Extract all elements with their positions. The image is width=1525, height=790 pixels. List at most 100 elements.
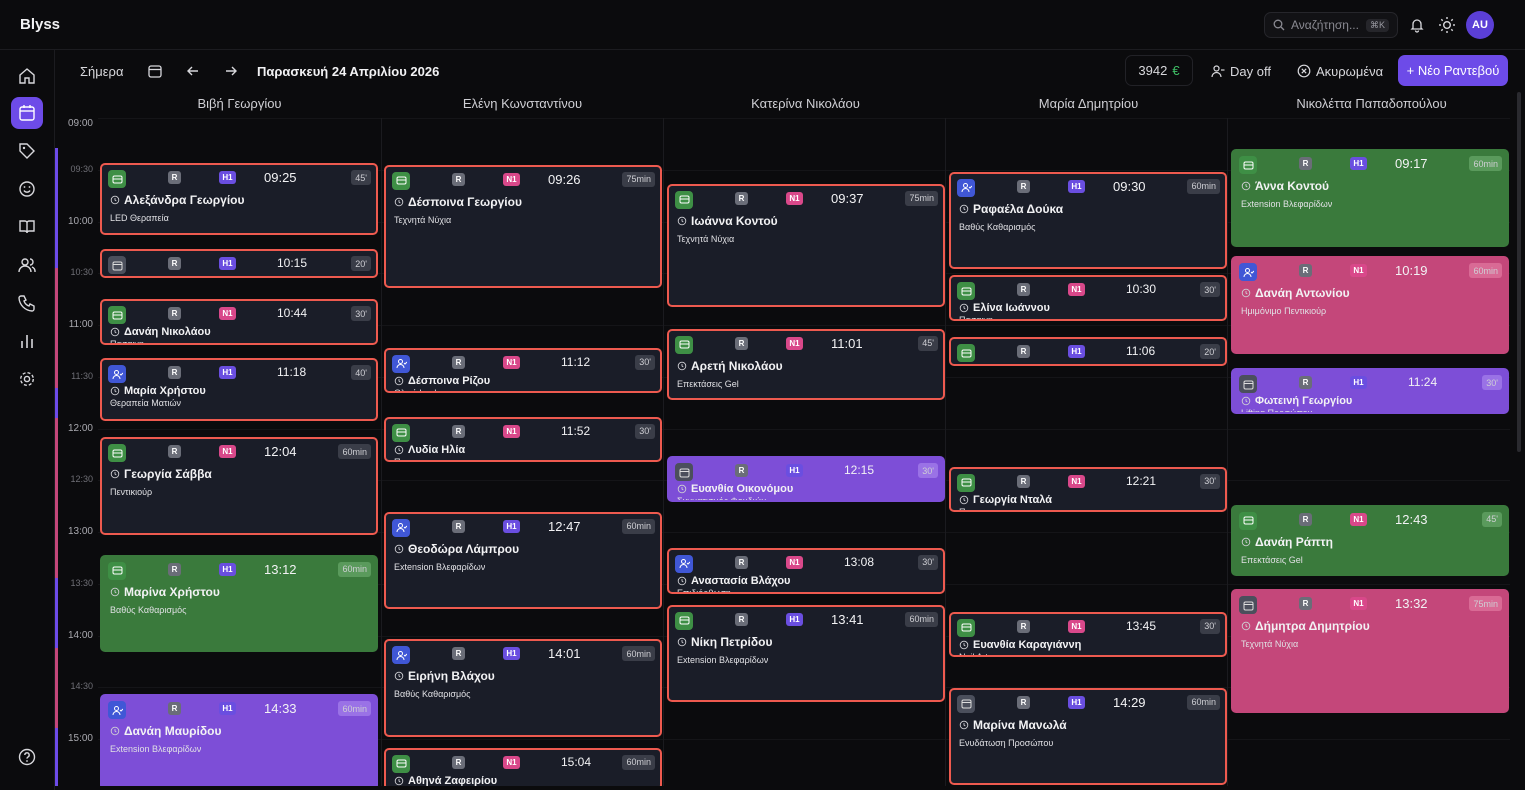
- appointment-time: 10:44: [277, 306, 308, 321]
- client-name: Ελίνα Ιωάννου: [959, 302, 1050, 314]
- appointment-time: 15:04: [561, 754, 592, 769]
- nav-calendar[interactable]: [11, 97, 43, 129]
- level-badge: N1: [1350, 512, 1367, 526]
- history-icon: [1241, 397, 1251, 406]
- card-icon: [1239, 156, 1257, 175]
- theme-toggle-icon[interactable]: [1437, 15, 1457, 35]
- level-badge: N1: [503, 755, 520, 769]
- day-off-button[interactable]: Day off: [1211, 60, 1271, 82]
- nav-home[interactable]: [11, 60, 43, 92]
- appointment-card[interactable]: R H1 11:06 20': [949, 337, 1227, 366]
- appointment-card[interactable]: R H1 11:24 30' Φωτεινή Γεωργίου Lifting Προσώ…: [1231, 368, 1509, 415]
- service-name: Βαθύς Καθαρισμός: [959, 221, 1036, 232]
- appointment-card[interactable]: R N1 13:08 30' Αναστασία Βλάχου Επιδιόρθωση: [667, 547, 945, 594]
- nav-tags[interactable]: [11, 135, 43, 167]
- appointment-card[interactable]: R N1 13:45 30' Ευανθία Καραγιάννη Nail Art: [949, 611, 1227, 658]
- client-name-text: Ελίνα Ιωάννου: [973, 302, 1050, 315]
- nav-help[interactable]: [11, 741, 43, 773]
- appointment-card[interactable]: R N1 12:04 60min Γεωργία Σάββα Πεντικιούρ: [100, 437, 378, 535]
- appointment-card[interactable]: R N1 12:43 45' Δανάη Ράπτη Επεκτάσεις Gel: [1231, 504, 1509, 577]
- duration-badge: 60min: [622, 518, 655, 534]
- appointment-card[interactable]: R H1 09:25 45' Αλεξάνδρα Γεωργίου LED Θεραπεί…: [100, 163, 378, 235]
- client-name: Γεωργία Νταλά: [959, 494, 1052, 506]
- history-icon: [110, 328, 120, 337]
- appointment-card[interactable]: R H1 13:12 60min Μαρίνα Χρήστου Βαθύς Καθαρισ…: [100, 554, 378, 653]
- bell-icon[interactable]: [1407, 15, 1427, 35]
- nav-staff[interactable]: [11, 249, 43, 281]
- appointment-card[interactable]: R N1 11:01 45' Αρετή Νικολάου Επεκτάσεις Gel: [667, 328, 945, 401]
- appointment-card[interactable]: R H1 13:41 60min Νίκη Πετρίδου Extension Βλεφ…: [667, 604, 945, 703]
- appointment-card[interactable]: R N1 11:52 30' Λυδία Ηλία Πασαινη: [384, 416, 662, 463]
- history-icon: [110, 386, 120, 396]
- users-icon: [18, 258, 36, 273]
- level-badge: H1: [1350, 157, 1367, 171]
- user-avatar[interactable]: AU: [1466, 11, 1494, 39]
- card-icon: [108, 306, 126, 325]
- appointment-card[interactable]: R N1 10:19 60min Δανάη Αντωνίου Ημιμόνιμο Πεν…: [1231, 256, 1509, 354]
- service-name: Ημιμόνιμο Πεντικιούρ: [1241, 306, 1327, 317]
- level-badge: N1: [1068, 283, 1085, 297]
- repeat-tag: R: [1299, 376, 1312, 390]
- appointment-time: 14:29: [1113, 694, 1146, 710]
- sidebar: [0, 50, 55, 790]
- duration-badge: 75min: [622, 171, 655, 187]
- duration-badge: 75min: [905, 190, 938, 206]
- appointment-card[interactable]: R H1 12:47 60min Θεοδώρα Λάμπρου Extension Βλ…: [384, 511, 662, 610]
- appointment-card[interactable]: R H1 10:15 20': [100, 249, 378, 278]
- duration-badge: 60min: [1187, 178, 1220, 194]
- today-button[interactable]: Σήμερα: [80, 60, 123, 82]
- client-name: Δανάη Αντωνίου: [1241, 286, 1350, 300]
- repeat-tag: R: [735, 336, 748, 350]
- level-badge: N1: [786, 191, 803, 205]
- nav-catalog[interactable]: [11, 211, 43, 243]
- prev-day-arrow-icon[interactable]: [186, 60, 200, 82]
- appointment-card[interactable]: R H1 14:29 60min Μαρίνα Μανωλά Ενυδάτωση Προσ…: [949, 687, 1227, 786]
- appointment-card[interactable]: R H1 09:17 60min Άννα Κοντού Extension Βλεφαρ…: [1231, 149, 1509, 247]
- new-appointment-button[interactable]: + Νέο Ραντεβού: [1398, 55, 1508, 86]
- column-divider: [663, 118, 664, 786]
- nav-reports[interactable]: [11, 325, 43, 357]
- appointment-card[interactable]: R N1 10:30 30' Ελίνα Ιωάννου Πασαινη: [949, 275, 1227, 321]
- client-name: Αναστασία Βλάχου: [677, 575, 790, 587]
- level-badge: H1: [503, 519, 520, 533]
- appointment-card[interactable]: R H1 12:15 30' Ευανθία Οικονόμου Συνματισμός …: [667, 456, 945, 503]
- level-badge: H1: [1068, 179, 1085, 193]
- appointment-card[interactable]: R N1 12:21 30' Γεωργία Νταλά Πασαινη: [949, 466, 1227, 513]
- search-input[interactable]: Αναζήτηση... ⌘K: [1264, 12, 1398, 38]
- appointment-card[interactable]: R H1 14:33 60min Δανάη Μαυρίδου Extension Βλε…: [100, 694, 378, 786]
- client-name: Λυδία Ηλία: [394, 444, 465, 456]
- appointment-card[interactable]: R H1 11:18 40' Μαρία Χρήστου Θεραπεία Ματιών: [100, 358, 378, 422]
- appointment-card[interactable]: R N1 09:37 75min Ιωάννα Κοντού Τεχνητά Νύχια: [667, 183, 945, 308]
- nav-calls[interactable]: [11, 287, 43, 319]
- repeat-tag: R: [452, 755, 465, 769]
- appointment-card[interactable]: R N1 10:44 30' Δανάη Νικολάου Πασαινη: [100, 299, 378, 346]
- client-name-text: Αθηνά Ζαφειρίου: [408, 774, 498, 786]
- time-label: 10:00: [67, 215, 93, 227]
- appointment-card[interactable]: R N1 11:12 30' Δέσποινα Ρίζου Ολικό Look: [384, 347, 662, 394]
- appointment-card[interactable]: R N1 09:26 75min Δέσποινα Γεωργίου Τεχνητά Νύ…: [384, 164, 662, 289]
- nav-settings[interactable]: [11, 363, 43, 395]
- cancelled-button[interactable]: Ακυρωμένα: [1297, 60, 1383, 82]
- appointment-time: 09:17: [1395, 156, 1428, 172]
- history-icon: [110, 727, 120, 736]
- duration-badge: 75min: [1469, 596, 1502, 612]
- appointment-card[interactable]: R H1 09:30 60min Ραφαέλα Δούκα Βαθύς Καθαρισμ…: [949, 171, 1227, 270]
- level-badge: H1: [219, 702, 236, 716]
- appointment-card[interactable]: R H1 14:01 60min Ειρήνη Βλάχου Βαθύς Καθαρισμ…: [384, 639, 662, 737]
- date-picker-icon[interactable]: [148, 60, 162, 82]
- time-label: 11:00: [68, 319, 93, 330]
- next-day-arrow-icon[interactable]: [224, 60, 238, 82]
- appointment-card[interactable]: R N1 15:04 60min Αθηνά Ζαφειρίου: [384, 747, 662, 786]
- repeat-tag: R: [168, 257, 181, 271]
- duration-badge: 30': [1200, 282, 1220, 298]
- nav-clients[interactable]: [11, 173, 43, 205]
- scrollbar[interactable]: [1517, 92, 1521, 452]
- duration-badge: 30': [1200, 618, 1220, 634]
- calendar-toolbar: Σήμερα Παρασκευή 24 Απριλίου 2026 3942 €…: [55, 50, 1525, 92]
- client-name-text: Δανάη Μαυρίδου: [124, 724, 222, 739]
- appointment-time: 11:12: [561, 354, 591, 369]
- repeat-tag: R: [168, 445, 181, 459]
- history-icon: [959, 720, 969, 729]
- appointment-card[interactable]: R N1 13:32 75min Δήμητρα Δημητρίου Τεχνητά Νύ…: [1231, 589, 1509, 713]
- history-icon: [394, 445, 404, 454]
